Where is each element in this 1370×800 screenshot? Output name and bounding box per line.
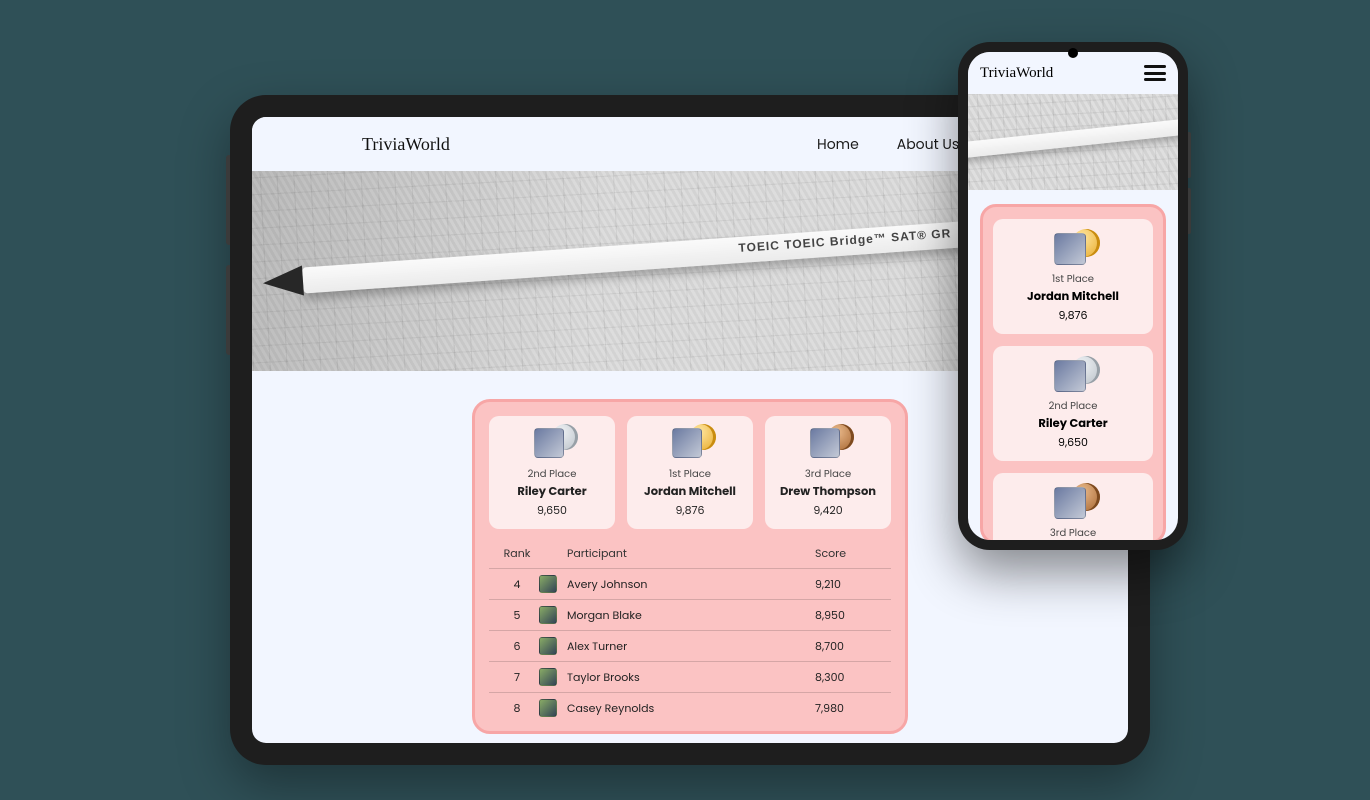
player-score: 9,876 [631, 502, 749, 519]
table-row[interactable]: 7 Taylor Brooks 8,300 [489, 661, 891, 692]
cell-name: Avery Johnson [567, 576, 815, 593]
leaderboard-panel: 2nd Place Riley Carter 9,650 1st Place J… [472, 399, 908, 734]
podium-card-2nd[interactable]: 2nd Place Riley Carter 9,650 [993, 346, 1153, 461]
col-score: Score [815, 545, 885, 562]
player-name: Drew Thompson [769, 484, 887, 501]
place-label: 3rd Place [999, 525, 1147, 540]
avatar [1054, 360, 1086, 392]
avatar [539, 637, 557, 655]
avatar [810, 428, 840, 458]
place-label: 1st Place [999, 271, 1147, 287]
avatar [539, 699, 557, 717]
table-header: Rank Participant Score [489, 539, 891, 568]
cell-name: Alex Turner [567, 638, 815, 655]
cell-score: 8,300 [815, 669, 885, 686]
player-score: 9,650 [999, 434, 1147, 451]
player-score: 9,420 [769, 502, 887, 519]
cell-rank: 4 [495, 576, 539, 593]
podium-card-2nd[interactable]: 2nd Place Riley Carter 9,650 [489, 416, 615, 529]
phone-camera-dot [1068, 48, 1078, 58]
place-label: 2nd Place [493, 466, 611, 482]
cell-rank: 7 [495, 669, 539, 686]
cell-rank: 5 [495, 607, 539, 624]
avatar [672, 428, 702, 458]
player-name: Riley Carter [999, 416, 1147, 433]
cell-name: Morgan Blake [567, 607, 815, 624]
player-score: 9,650 [493, 502, 611, 519]
avatar [1054, 233, 1086, 265]
nav-about[interactable]: About Us [897, 134, 959, 155]
table-row[interactable]: 5 Morgan Blake 8,950 [489, 599, 891, 630]
col-participant: Participant [567, 545, 815, 562]
cell-score: 8,700 [815, 638, 885, 655]
cell-name: Taylor Brooks [567, 669, 815, 686]
cell-score: 9,210 [815, 576, 885, 593]
cell-name: Casey Reynolds [567, 700, 815, 717]
cell-score: 7,980 [815, 700, 885, 717]
avatar [1054, 487, 1086, 519]
avatar [539, 606, 557, 624]
player-name: Jordan Mitchell [631, 484, 749, 501]
table-row[interactable]: 8 Casey Reynolds 7,980 [489, 692, 891, 723]
place-label: 3rd Place [769, 466, 887, 482]
hero-banner [968, 94, 1178, 190]
player-name: Jordan Mitchell [999, 289, 1147, 306]
leaderboard-table: Rank Participant Score 4 Avery Johnson 9… [489, 539, 891, 723]
col-rank: Rank [495, 545, 539, 562]
nav-home[interactable]: Home [817, 134, 859, 155]
phone-navbar: TriviaWorld [968, 52, 1178, 94]
hamburger-menu-icon[interactable] [1144, 65, 1166, 81]
leaderboard-top3: 2nd Place Riley Carter 9,650 1st Place J… [489, 416, 891, 529]
avatar [539, 575, 557, 593]
place-label: 2nd Place [999, 398, 1147, 414]
table-row[interactable]: 6 Alex Turner 8,700 [489, 630, 891, 661]
podium-card-1st[interactable]: 1st Place Jordan Mitchell 9,876 [627, 416, 753, 529]
avatar [534, 428, 564, 458]
phone-screen: TriviaWorld 1st Place Jordan Mitchell 9,… [968, 52, 1178, 540]
cell-score: 8,950 [815, 607, 885, 624]
place-label: 1st Place [631, 466, 749, 482]
player-name: Riley Carter [493, 484, 611, 501]
podium-card-3rd[interactable]: 3rd Place Drew Thompson 9,420 [993, 473, 1153, 540]
podium-card-1st[interactable]: 1st Place Jordan Mitchell 9,876 [993, 219, 1153, 334]
phone-device-frame: TriviaWorld 1st Place Jordan Mitchell 9,… [958, 42, 1188, 550]
brand-logo[interactable]: TriviaWorld [980, 65, 1053, 82]
cell-rank: 8 [495, 700, 539, 717]
brand-logo[interactable]: TriviaWorld [362, 134, 450, 155]
leaderboard-panel: 1st Place Jordan Mitchell 9,876 2nd Plac… [980, 204, 1166, 540]
podium-card-3rd[interactable]: 3rd Place Drew Thompson 9,420 [765, 416, 891, 529]
cell-rank: 6 [495, 638, 539, 655]
avatar [539, 668, 557, 686]
player-score: 9,876 [999, 307, 1147, 324]
table-row[interactable]: 4 Avery Johnson 9,210 [489, 568, 891, 599]
